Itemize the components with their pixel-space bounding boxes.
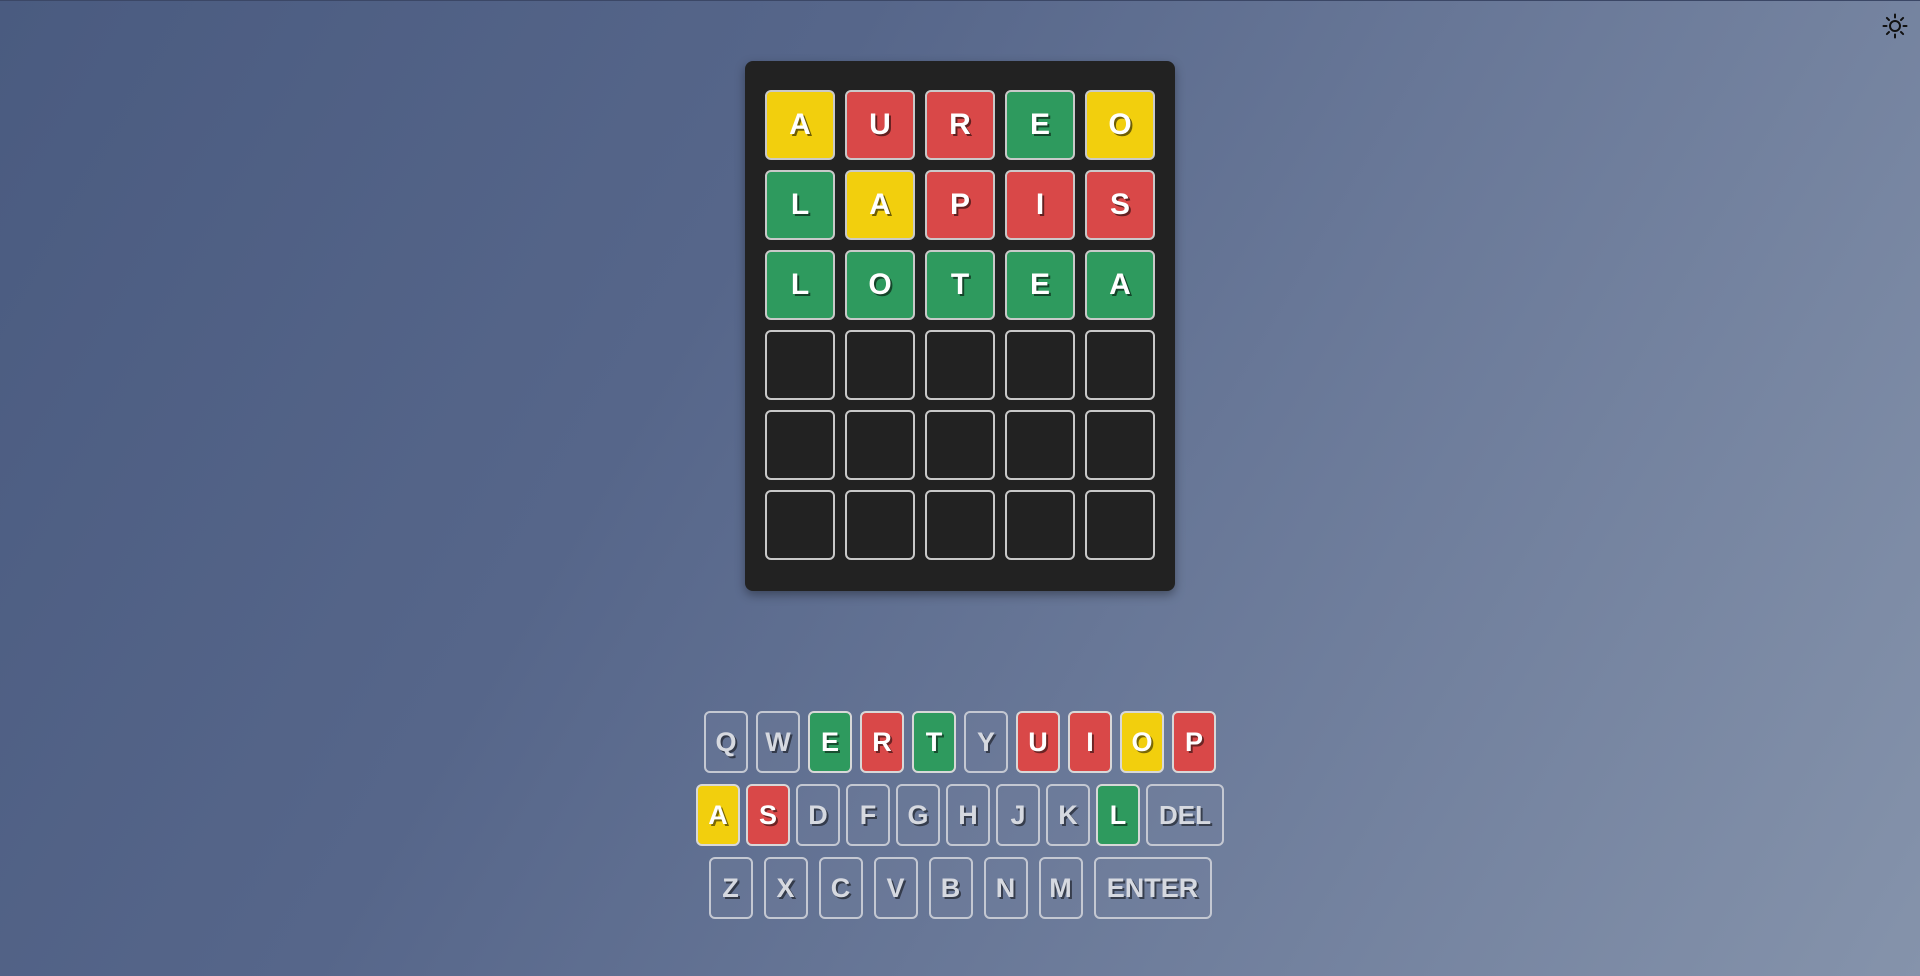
key-j[interactable]: J	[996, 784, 1040, 846]
key-e[interactable]: E	[808, 711, 852, 773]
tile-empty	[925, 410, 995, 480]
key-x[interactable]: X	[763, 857, 808, 919]
key-l[interactable]: L	[1096, 784, 1140, 846]
tile-present: A	[845, 170, 915, 240]
theme-toggle-button[interactable]	[1878, 11, 1912, 41]
key-m[interactable]: M	[1038, 857, 1083, 919]
key-n[interactable]: N	[983, 857, 1028, 919]
key-k[interactable]: K	[1046, 784, 1090, 846]
tile-present: O	[1085, 90, 1155, 160]
key-d[interactable]: D	[796, 784, 840, 846]
keyboard-row: A S D F G H J K L DEL	[0, 784, 1920, 846]
key-a[interactable]: A	[696, 784, 740, 846]
tile-empty	[1085, 330, 1155, 400]
tile-absent: I	[1005, 170, 1075, 240]
tile-grid: AUREOLAPISLOTEA	[765, 90, 1155, 560]
tile-empty	[1005, 490, 1075, 560]
tile-absent: P	[925, 170, 995, 240]
tile-correct: A	[1085, 250, 1155, 320]
tile-correct: O	[845, 250, 915, 320]
tile-empty	[1085, 410, 1155, 480]
key-b[interactable]: B	[928, 857, 973, 919]
tile-empty	[845, 410, 915, 480]
key-u[interactable]: U	[1016, 711, 1060, 773]
key-y[interactable]: Y	[964, 711, 1008, 773]
tile-absent: S	[1085, 170, 1155, 240]
tile-present: A	[765, 90, 835, 160]
tile-empty	[1005, 330, 1075, 400]
key-c[interactable]: C	[818, 857, 863, 919]
key-q[interactable]: Q	[704, 711, 748, 773]
tile-absent: R	[925, 90, 995, 160]
key-g[interactable]: G	[896, 784, 940, 846]
tile-empty	[765, 490, 835, 560]
key-i[interactable]: I	[1068, 711, 1112, 773]
tile-empty	[765, 410, 835, 480]
tile-correct: L	[765, 170, 835, 240]
key-p[interactable]: P	[1172, 711, 1216, 773]
del-key[interactable]: DEL	[1146, 784, 1224, 846]
keyboard-row: QWERTYUIOP	[0, 711, 1920, 773]
tile-correct: E	[1005, 250, 1075, 320]
tile-correct: T	[925, 250, 995, 320]
key-w[interactable]: W	[756, 711, 800, 773]
keyboard-row: Z X C V B N M ENTER	[0, 857, 1920, 919]
tile-empty	[845, 330, 915, 400]
tile-empty	[1085, 490, 1155, 560]
tile-empty	[845, 490, 915, 560]
tile-empty	[925, 490, 995, 560]
tile-absent: U	[845, 90, 915, 160]
tile-empty	[925, 330, 995, 400]
game-board: AUREOLAPISLOTEA	[745, 61, 1175, 591]
key-v[interactable]: V	[873, 857, 918, 919]
key-o[interactable]: O	[1120, 711, 1164, 773]
tile-empty	[765, 330, 835, 400]
tile-correct: E	[1005, 90, 1075, 160]
tile-correct: L	[765, 250, 835, 320]
key-t[interactable]: T	[912, 711, 956, 773]
top-border	[0, 0, 1920, 1]
tile-empty	[1005, 410, 1075, 480]
enter-key[interactable]: ENTER	[1093, 857, 1212, 919]
key-z[interactable]: Z	[708, 857, 753, 919]
sun-icon	[1882, 13, 1908, 39]
key-r[interactable]: R	[860, 711, 904, 773]
key-s[interactable]: S	[746, 784, 790, 846]
on-screen-keyboard: Q W E R T Y U I O P A S D F G H J K L DEL Z X C V B N M ENTER	[0, 711, 1920, 930]
key-h[interactable]: H	[946, 784, 990, 846]
key-f[interactable]: F	[846, 784, 890, 846]
